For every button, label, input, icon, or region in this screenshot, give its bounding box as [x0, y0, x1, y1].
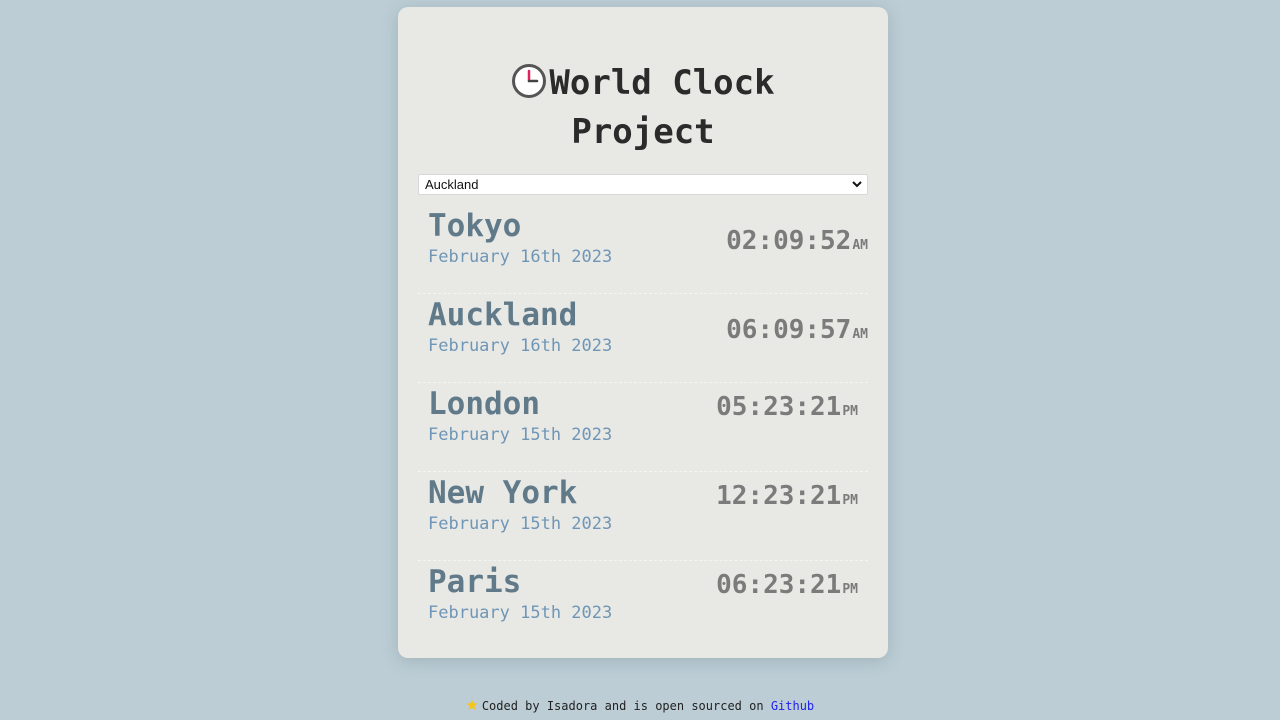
city-name: Auckland [428, 297, 578, 333]
city-name: Tokyo [428, 208, 522, 244]
city-select-value: Auckland [425, 177, 479, 192]
city-time: 06:23:21PM [716, 569, 858, 606]
footer: Coded by Isadora and is open sourced on … [0, 698, 1280, 714]
time-ampm: AM [852, 327, 868, 342]
time-ampm: PM [842, 404, 858, 419]
time-ampm: PM [842, 493, 858, 508]
city-time: 05:23:21PM [716, 391, 858, 428]
city-name: London [428, 386, 540, 422]
city-select[interactable]: Auckland [418, 174, 868, 195]
clock-icon [512, 64, 547, 98]
city-date: February 15th 2023 [428, 425, 613, 445]
time-value: 06:23:21 [716, 570, 842, 600]
city-name: New York [428, 475, 578, 511]
time-value: 02:09:52 [726, 226, 852, 256]
city-date: February 16th 2023 [428, 247, 613, 267]
city-row-auckland: Auckland February 16th 2023 06:09:57AM [418, 294, 868, 383]
city-time: 06:09:57AM [726, 314, 868, 351]
page-title: World Clock Project [398, 59, 888, 157]
city-row-paris: Paris February 15th 2023 06:23:21PM [418, 561, 868, 650]
time-ampm: AM [852, 238, 868, 253]
page: World Clock Project Auckland Tokyo Febru… [0, 0, 1280, 720]
city-row-tokyo: Tokyo February 16th 2023 02:09:52AM [418, 205, 868, 294]
city-time: 02:09:52AM [726, 225, 868, 262]
star-icon [466, 699, 478, 710]
city-row-new-york: New York February 15th 2023 12:23:21PM [418, 472, 868, 561]
time-value: 06:09:57 [726, 315, 852, 345]
city-date: February 15th 2023 [428, 514, 613, 534]
time-value: 05:23:21 [716, 392, 842, 422]
chevron-down-icon [852, 181, 862, 188]
github-link[interactable]: Github [771, 699, 814, 713]
world-clock-card: World Clock Project Auckland Tokyo Febru… [398, 7, 888, 658]
city-time: 12:23:21PM [716, 480, 858, 517]
title-line-1: World Clock [511, 63, 775, 103]
title-line-2: Project [571, 112, 715, 152]
city-date: February 15th 2023 [428, 603, 613, 623]
time-value: 12:23:21 [716, 481, 842, 511]
footer-text: Coded by Isadora and is open sourced on [481, 699, 764, 713]
city-name: Paris [428, 564, 522, 600]
time-ampm: PM [842, 582, 858, 597]
city-date: February 16th 2023 [428, 336, 613, 356]
city-row-london: London February 15th 2023 05:23:21PM [418, 383, 868, 472]
title-text-1: World Clock [549, 63, 775, 103]
